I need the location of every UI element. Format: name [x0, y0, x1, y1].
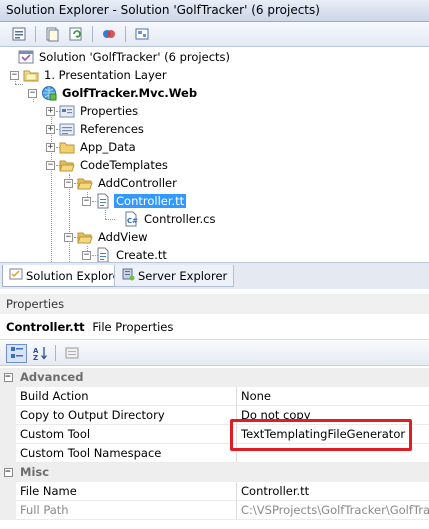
object-selector[interactable]: Controller.tt File Properties — [0, 316, 429, 340]
csharp-file-icon: C# — [123, 211, 139, 227]
svg-text:Z: Z — [33, 354, 38, 361]
refresh-icon[interactable] — [65, 24, 87, 44]
property-row-copy-to-output[interactable]: Copy to Output Directory Do not copy — [0, 406, 429, 425]
expand-toggle[interactable]: − — [82, 250, 91, 260]
properties-icon[interactable] — [8, 24, 30, 44]
collapse-toggle[interactable]: − — [64, 232, 73, 242]
properties-panel-title: Properties — [0, 294, 429, 314]
property-row-build-action[interactable]: Build Action None — [0, 387, 429, 406]
tab-server-explorer[interactable]: Server Explorer — [114, 265, 235, 287]
solution-folder-icon — [23, 67, 39, 83]
tree-node-presentation-layer[interactable]: − 1. Presentation Layer — [10, 66, 169, 84]
solution-tree: Solution 'GolfTracker' (6 projects) − 1.… — [0, 48, 429, 262]
collapse-toggle[interactable]: − — [0, 368, 16, 387]
properties-folder-icon — [59, 103, 75, 119]
folder-open-icon — [77, 229, 93, 245]
tree-node-project[interactable]: − GolfTracker.Mvc.Web — [28, 84, 199, 102]
server-explorer-icon — [121, 267, 135, 284]
web-project-icon — [41, 85, 57, 101]
folder-icon — [59, 139, 75, 155]
tree-node-app-data[interactable]: + App_Data — [46, 138, 138, 156]
toolbar-separator — [92, 26, 93, 42]
svg-text:C#: C# — [127, 217, 138, 225]
tree-node-addview[interactable]: − AddView — [64, 228, 150, 246]
property-row-full-path[interactable]: Full Path C:\VSProjects\GolfTracker\Golf… — [0, 501, 429, 520]
show-all-files-icon[interactable] — [41, 24, 63, 44]
expand-toggle[interactable]: + — [46, 124, 55, 134]
tree-node-controller-tt[interactable]: − Controller.tt — [82, 192, 187, 210]
property-grid: − Advanced Build Action None Copy to Out… — [0, 368, 429, 520]
properties-toolbar: AZ — [0, 341, 429, 366]
selected-object-name: Controller.tt — [6, 320, 85, 334]
tab-solution-explorer[interactable]: Solution Explorer — [2, 265, 132, 287]
toolbar-separator — [125, 26, 126, 42]
expand-toggle[interactable]: + — [46, 142, 55, 152]
solution-explorer-toolbar — [0, 22, 429, 47]
collapse-toggle[interactable]: − — [82, 196, 91, 206]
references-icon — [59, 121, 75, 137]
collapse-toggle[interactable]: − — [0, 463, 16, 482]
view-designer-icon[interactable] — [131, 24, 153, 44]
solution-explorer-icon — [9, 267, 23, 284]
collapse-toggle[interactable]: − — [64, 178, 73, 188]
folder-open-icon — [59, 157, 75, 173]
tree-node-addcontroller[interactable]: − AddController — [64, 174, 179, 192]
property-row-custom-tool[interactable]: Custom Tool TextTemplatingFileGenerator — [0, 425, 429, 444]
toolbar-separator — [55, 345, 56, 361]
folder-open-icon — [77, 175, 93, 191]
tree-node-controller-cs[interactable]: C# Controller.cs — [119, 210, 217, 228]
tree-node-references[interactable]: + References — [46, 120, 146, 138]
category-advanced[interactable]: − Advanced — [0, 368, 429, 387]
tree-node-properties[interactable]: + Properties — [46, 102, 140, 120]
tree-node-solution[interactable]: Solution 'GolfTracker' (6 projects) — [14, 48, 232, 66]
solution-icon — [18, 49, 34, 65]
toolbar-separator — [35, 26, 36, 42]
selected-object-type: File Properties — [92, 320, 174, 334]
tree-node-codetemplates[interactable]: − CodeTemplates — [46, 156, 170, 174]
category-misc[interactable]: − Misc — [0, 463, 429, 482]
tree-node-create-tt[interactable]: − Create.tt — [82, 246, 169, 262]
collapse-toggle[interactable]: − — [10, 70, 19, 80]
alphabetical-view-icon[interactable]: AZ — [29, 344, 50, 363]
property-pages-icon[interactable] — [61, 344, 82, 363]
property-row-file-name[interactable]: File Name Controller.tt — [0, 482, 429, 501]
template-file-icon — [95, 247, 111, 262]
categorized-view-icon[interactable] — [6, 343, 27, 363]
tool-window-tabs: Solution Explorer Server Explorer — [0, 262, 429, 289]
collapse-toggle[interactable]: − — [46, 160, 55, 170]
property-row-custom-tool-namespace[interactable]: Custom Tool Namespace — [0, 444, 429, 463]
collapse-toggle[interactable]: − — [28, 88, 37, 98]
expand-toggle[interactable]: + — [46, 106, 55, 116]
view-class-diagram-icon[interactable] — [98, 24, 120, 44]
window-title: Solution Explorer - Solution 'GolfTracke… — [0, 0, 429, 22]
template-file-icon — [95, 193, 111, 209]
